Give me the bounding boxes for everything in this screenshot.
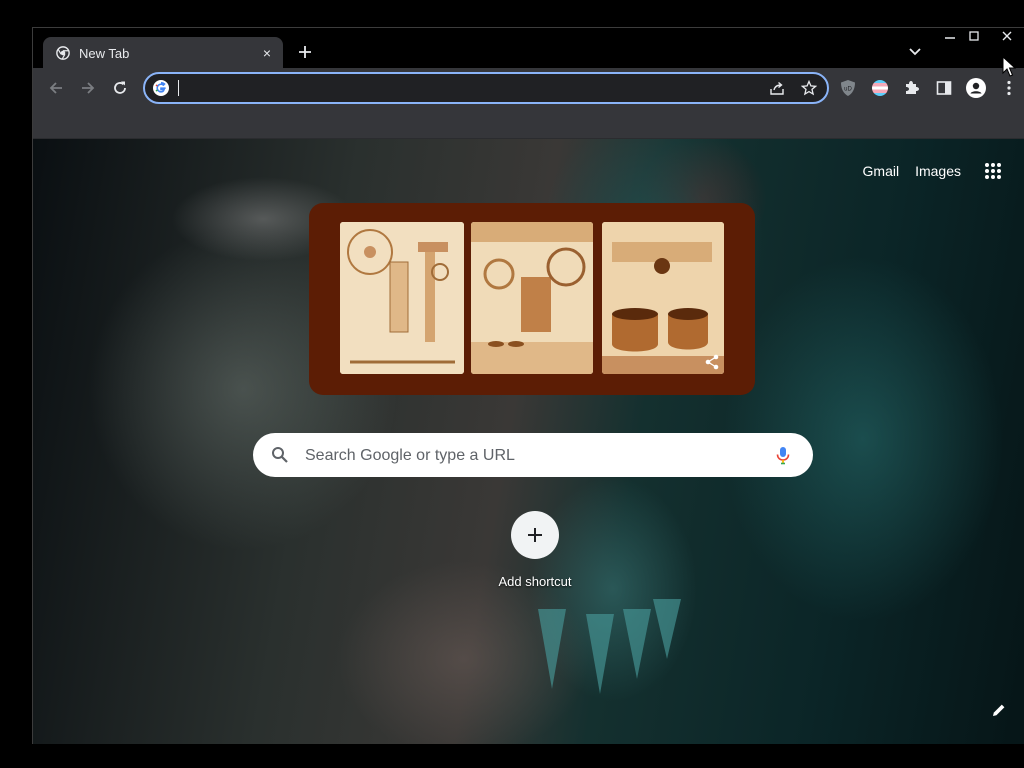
omnibox[interactable] [143, 72, 829, 104]
new-tab-button[interactable] [295, 42, 315, 62]
profile-icon[interactable] [964, 76, 988, 100]
maximize-button[interactable] [961, 28, 987, 44]
arrow-left-icon [49, 82, 62, 94]
search-icon [271, 446, 289, 464]
omnibox-input[interactable] [177, 77, 741, 101]
close-window-button[interactable] [994, 28, 1020, 44]
tab-close-button[interactable]: × [257, 43, 277, 63]
tab-strip: New Tab × [33, 28, 1024, 69]
share-icon[interactable] [769, 80, 785, 96]
reload-icon [114, 81, 126, 94]
apps-grid-icon[interactable] [979, 157, 1007, 185]
forward-button[interactable] [76, 76, 100, 100]
tab-search-button[interactable] [905, 42, 925, 62]
add-shortcut-tile[interactable]: Add shortcut [479, 511, 591, 601]
more-vert-icon[interactable] [997, 76, 1021, 100]
shortcut-circle[interactable] [511, 511, 559, 559]
images-link[interactable]: Images [915, 163, 961, 179]
puzzle-icon[interactable] [900, 76, 924, 100]
arrow-right-icon [82, 82, 95, 94]
google-doodle[interactable] [309, 203, 755, 395]
svg-text:uD: uD [844, 87, 852, 93]
bookmark-bar [33, 108, 1024, 139]
browser-window: New Tab × uD Gmail Images Search Google … [32, 27, 1024, 744]
doodle-share-icon[interactable] [704, 354, 720, 370]
close-icon [1002, 31, 1012, 41]
reload-button[interactable] [108, 76, 132, 100]
mouse-cursor-icon [1002, 56, 1016, 77]
chrome-icon [55, 45, 71, 61]
google-g-icon [153, 80, 169, 96]
top-links: Gmail Images [847, 157, 1007, 185]
ntp-search-input[interactable] [303, 444, 757, 468]
plus-icon [299, 46, 311, 58]
text-caret [178, 80, 179, 96]
tab-new-tab[interactable]: New Tab × [43, 37, 283, 69]
pencil-icon [993, 704, 1005, 716]
doodle-panel-machine [340, 222, 464, 374]
back-button[interactable] [44, 76, 68, 100]
doodle-panel-coffee-cups [602, 222, 724, 374]
mic-icon[interactable] [773, 445, 793, 465]
minimize-icon [945, 37, 955, 39]
side-panel-icon[interactable] [932, 76, 956, 100]
tab-title: New Tab [79, 45, 130, 61]
customize-button[interactable] [989, 700, 1009, 720]
plus-icon [528, 528, 542, 542]
ntp-search-box[interactable] [253, 433, 813, 477]
gmail-link[interactable]: Gmail [863, 163, 900, 179]
star-icon[interactable] [801, 80, 817, 96]
maximize-icon [969, 31, 979, 41]
doodle-panel-espresso [471, 222, 593, 374]
ublock-icon[interactable]: uD [836, 76, 860, 100]
pride-flag-icon[interactable] [868, 76, 892, 100]
shortcut-label: Add shortcut [498, 574, 572, 589]
toolbar: uD [33, 68, 1024, 108]
new-tab-page: Gmail Images Search Google or type a URL… [33, 139, 1024, 744]
minimize-button[interactable] [937, 28, 963, 44]
chevron-down-icon [909, 48, 921, 56]
